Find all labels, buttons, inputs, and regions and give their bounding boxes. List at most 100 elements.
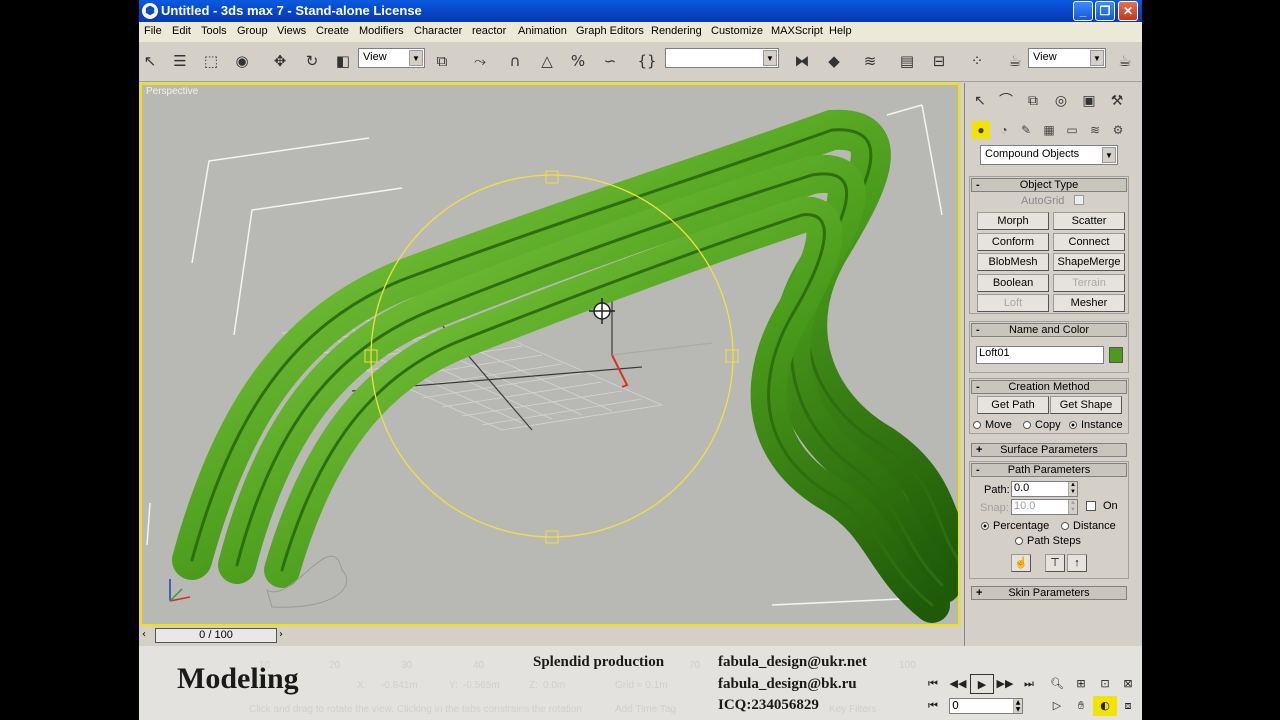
next-shape-icon[interactable]: ↑	[1067, 554, 1087, 572]
utilities-tab-icon[interactable]: ⚒	[1106, 89, 1128, 111]
percentage-radio[interactable]: Percentage	[981, 520, 1049, 532]
terrain-button[interactable]: Terrain	[1053, 274, 1125, 292]
app-icon[interactable]: ⬢	[142, 3, 158, 19]
pan-icon[interactable]: ✋︎	[1069, 696, 1093, 716]
menu-rendering[interactable]: Rendering	[651, 25, 702, 37]
skin-parameters-header[interactable]: + Skin Parameters	[971, 586, 1127, 600]
zoom-icon[interactable]: 🔍︎	[1045, 674, 1069, 694]
mirror-icon[interactable]: ⧓	[791, 50, 813, 72]
edit-named-selection-icon[interactable]: {}	[636, 50, 658, 72]
boolean-button[interactable]: Boolean	[977, 274, 1049, 292]
go-to-end-icon[interactable]: ⏭	[1017, 674, 1041, 694]
pivot-center-icon[interactable]: ⧉	[431, 50, 453, 72]
menu-character[interactable]: Character	[414, 25, 462, 37]
time-slider[interactable]: 0 / 100	[155, 628, 277, 643]
select-icon[interactable]: ↖	[139, 50, 161, 72]
display-tab-icon[interactable]: ▣	[1078, 89, 1100, 111]
maximize-viewport-icon[interactable]: ⧈	[1116, 696, 1140, 716]
snap-spinner[interactable]: 10.0 ▲ ▼	[1011, 499, 1078, 515]
hierarchy-tab-icon[interactable]: ⧉	[1022, 89, 1044, 111]
menu-customize[interactable]: Customize	[711, 25, 763, 37]
loft-button[interactable]: Loft	[977, 294, 1049, 312]
play-icon[interactable]: ▶	[970, 674, 994, 694]
rect-selection-icon[interactable]: ⬚	[200, 50, 222, 72]
helpers-icon[interactable]: ▭	[1063, 121, 1081, 139]
object-type-header[interactable]: - Object Type	[971, 178, 1127, 192]
get-shape-button[interactable]: Get Shape	[1050, 396, 1122, 414]
menu-views[interactable]: Views	[277, 25, 306, 37]
snap-on-checkbox[interactable]	[1086, 501, 1096, 511]
mesher-button[interactable]: Mesher	[1053, 294, 1125, 312]
select-manipulate-icon[interactable]: ⤳	[469, 50, 491, 72]
path-spinner[interactable]: 0.0 ▲ ▼	[1011, 481, 1078, 497]
scatter-button[interactable]: Scatter	[1053, 212, 1125, 230]
named-selection-dropdown[interactable]: ▼	[665, 48, 779, 68]
path-steps-radio[interactable]: Path Steps	[1015, 535, 1081, 547]
conform-button[interactable]: Conform	[977, 233, 1049, 251]
curve-editor-icon[interactable]: ▤	[896, 50, 918, 72]
go-to-start-icon[interactable]: ⏮	[921, 674, 945, 694]
render-view-dropdown[interactable]: View ▼	[1028, 48, 1106, 68]
minimize-button[interactable]: _	[1073, 1, 1093, 21]
time-back-icon[interactable]: ‹	[142, 629, 146, 640]
align-icon[interactable]: ◆	[823, 50, 845, 72]
space-warps-icon[interactable]: ≋	[1086, 121, 1104, 139]
menu-create[interactable]: Create	[316, 25, 349, 37]
arc-rotate-icon[interactable]: ◐	[1093, 696, 1117, 716]
menu-help[interactable]: Help	[829, 25, 852, 37]
shapes-icon[interactable]: ◔	[995, 121, 1013, 139]
quick-render-icon[interactable]: ☕	[1114, 50, 1136, 72]
menu-graph-editors[interactable]: Graph Editors	[576, 25, 644, 37]
perspective-viewport[interactable]: Perspective	[140, 83, 960, 626]
menu-tools[interactable]: Tools	[201, 25, 227, 37]
copy-radio[interactable]: Copy	[1023, 419, 1061, 431]
create-tab-icon[interactable]: ↖	[969, 89, 991, 111]
path-parameters-header[interactable]: - Path Parameters	[971, 463, 1127, 477]
object-color-swatch[interactable]	[1109, 347, 1123, 363]
shapemerge-button[interactable]: ShapeMerge	[1053, 253, 1125, 271]
percent-snap-icon[interactable]: %	[567, 50, 589, 72]
spinner-snap-icon[interactable]: ∽	[599, 50, 621, 72]
move-icon[interactable]: ✥	[269, 50, 291, 72]
menu-file[interactable]: File	[144, 25, 162, 37]
z-coordinate-field[interactable]: 0.0m	[543, 680, 565, 691]
time-forward-icon[interactable]: ›	[279, 629, 283, 640]
menu-edit[interactable]: Edit	[172, 25, 191, 37]
morph-button[interactable]: Morph	[977, 212, 1049, 230]
key-mode-icon[interactable]: ⏮	[921, 696, 945, 716]
autogrid-checkbox[interactable]	[1074, 195, 1084, 205]
zoom-extents-all-icon[interactable]: ⊠	[1116, 674, 1140, 694]
scale-icon[interactable]: ◧	[332, 50, 354, 72]
name-color-header[interactable]: - Name and Color	[971, 323, 1127, 337]
category-dropdown[interactable]: Compound Objects ▼	[980, 145, 1118, 165]
render-scene-icon[interactable]: ☕	[1004, 50, 1026, 72]
window-crossing-icon[interactable]: ◉	[231, 50, 253, 72]
layer-manager-icon[interactable]: ≋	[859, 50, 881, 72]
creation-method-header[interactable]: - Creation Method	[971, 380, 1127, 394]
next-frame-icon[interactable]: ▶▶	[993, 674, 1017, 694]
schematic-view-icon[interactable]: ⊟	[928, 50, 950, 72]
angle-snap-icon[interactable]: △	[536, 50, 558, 72]
snap-3d-icon[interactable]: ∩	[504, 50, 526, 72]
geometry-icon[interactable]: ●	[972, 121, 990, 139]
blobmesh-button[interactable]: BlobMesh	[977, 253, 1049, 271]
distance-radio[interactable]: Distance	[1061, 520, 1116, 532]
y-coordinate-field[interactable]: -0.565m	[463, 680, 500, 691]
select-by-name-icon[interactable]: ☰	[169, 50, 191, 72]
menu-maxscript[interactable]: MAXScript	[771, 25, 823, 37]
menu-modifiers[interactable]: Modifiers	[359, 25, 404, 37]
modify-tab-icon[interactable]: ⌒	[995, 89, 1017, 111]
current-frame-field[interactable]: 0 ▲ ▼	[949, 698, 1023, 714]
key-filters-button[interactable]: Key Filters	[829, 704, 876, 715]
menu-animation[interactable]: Animation	[518, 25, 567, 37]
motion-tab-icon[interactable]: ◎	[1050, 89, 1072, 111]
maximize-button[interactable]: ❐	[1095, 1, 1115, 21]
pick-shape-icon[interactable]: ☝	[1011, 554, 1031, 572]
move-radio[interactable]: Move	[973, 419, 1012, 431]
instance-radio[interactable]: Instance	[1069, 419, 1123, 431]
field-of-view-icon[interactable]: ▷	[1045, 696, 1069, 716]
surface-parameters-header[interactable]: + Surface Parameters	[971, 443, 1127, 457]
material-editor-icon[interactable]: ⁘	[966, 50, 988, 72]
close-button[interactable]: ✕	[1118, 1, 1138, 21]
menu-reactor[interactable]: reactor	[472, 25, 506, 37]
